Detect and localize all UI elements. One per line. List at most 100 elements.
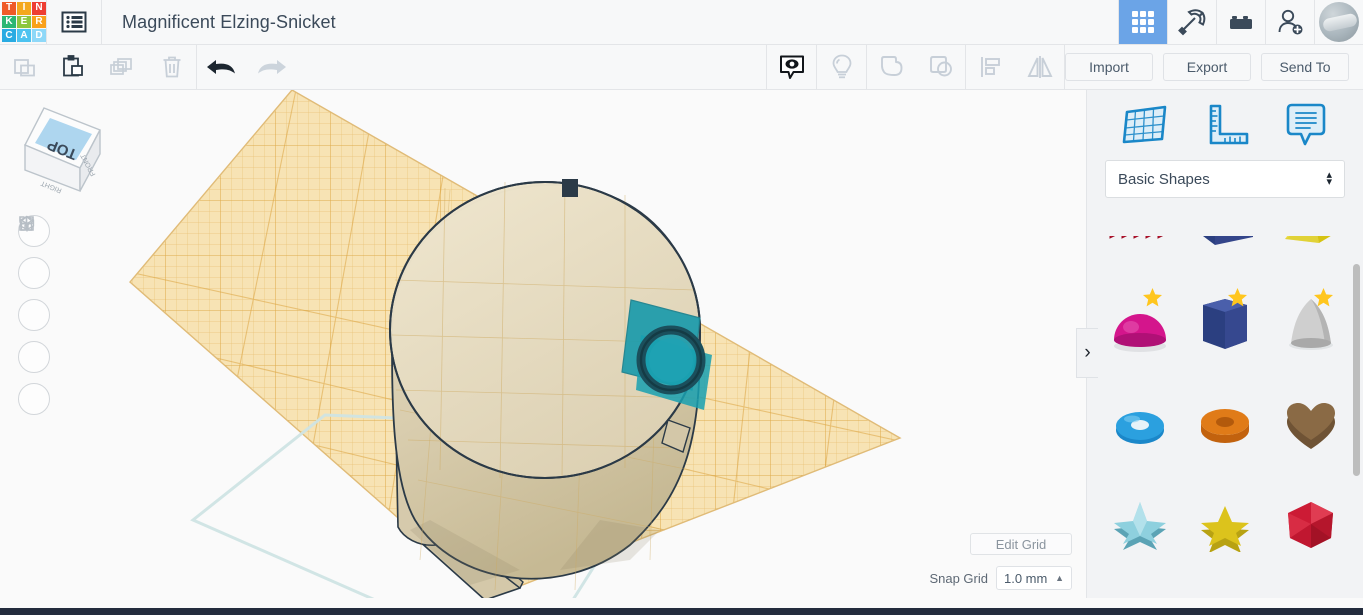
snap-grid-select[interactable]: 1.0 mm ▲ — [996, 566, 1072, 590]
redo-button[interactable] — [246, 45, 295, 89]
logo-tile: R — [32, 15, 46, 29]
logo-tile: K — [2, 15, 16, 29]
copy-button[interactable] — [0, 45, 49, 89]
shape-category-select[interactable]: Basic Shapes ▴ ▾ — [1105, 160, 1345, 198]
list-menu-icon — [61, 11, 87, 33]
shape-item[interactable] — [1268, 236, 1354, 274]
zoom-out-button[interactable] — [18, 222, 50, 373]
group-shapes-icon — [880, 56, 902, 76]
show-hide-button[interactable] — [767, 45, 816, 89]
ruler-button[interactable] — [1201, 102, 1251, 148]
list-menu-button[interactable] — [46, 0, 102, 44]
minecraft-pickaxe-icon — [1178, 9, 1206, 36]
undo-arrow-icon — [206, 60, 235, 74]
snap-grid-label: Snap Grid — [929, 570, 988, 586]
tinkercad-logo[interactable]: T I N K E R C A D — [2, 2, 46, 42]
box-shape-icon — [1203, 236, 1254, 245]
perspective-toggle-button[interactable] — [18, 215, 50, 415]
shape-item[interactable] — [1097, 474, 1183, 574]
view-tools — [767, 45, 816, 89]
hint-button[interactable] — [817, 45, 866, 89]
shapes-panel: Basic Shapes ▴ ▾ — [1086, 90, 1363, 598]
snap-grid-value: 1.0 mm — [1004, 570, 1048, 586]
star-spiky-shape-icon — [1113, 502, 1166, 550]
top-bar: T I N K E R C A D Magnificent Elzing-Sni… — [0, 0, 1363, 45]
logo-tile: A — [17, 29, 31, 42]
model-objects — [389, 179, 712, 598]
paste-button[interactable] — [49, 45, 98, 89]
workplane-button[interactable] — [1120, 102, 1170, 148]
shape-item[interactable] — [1268, 474, 1354, 574]
delete-button[interactable] — [147, 45, 196, 89]
logo-tile: E — [17, 15, 31, 29]
shape-item[interactable] — [1183, 374, 1269, 474]
3d-viewport[interactable]: Workplane — [0, 90, 1086, 598]
cone-shape-icon — [1289, 299, 1334, 350]
fit-to-view-button[interactable] — [18, 216, 50, 289]
shape-item[interactable] — [1268, 374, 1354, 474]
shape-item[interactable] — [1097, 374, 1183, 474]
lego-bricks-icon — [1230, 16, 1252, 29]
export-button[interactable]: Export — [1163, 53, 1251, 81]
clipboard-tools — [0, 45, 196, 89]
show-hide-eye-icon — [779, 55, 804, 79]
delete-trash-icon — [163, 56, 180, 78]
shape-item[interactable] — [1097, 274, 1183, 374]
shape-item[interactable] — [1183, 236, 1269, 274]
import-button[interactable]: Import — [1065, 53, 1153, 81]
group-tools — [867, 45, 965, 89]
status-bar — [0, 598, 1363, 608]
pyramid-shape-icon — [1285, 236, 1331, 243]
shape-grid — [1087, 236, 1363, 574]
spinner-arrows-icon: ▴ ▾ — [1326, 169, 1332, 188]
tube-shape-icon — [1201, 409, 1250, 443]
copy-icon — [13, 59, 35, 77]
scene-render: Workplane — [129, 90, 902, 598]
group-button[interactable] — [867, 45, 916, 89]
history-tools — [197, 45, 295, 89]
apps-grid-button[interactable] — [1118, 0, 1167, 44]
edit-grid-button[interactable]: Edit Grid — [970, 533, 1072, 555]
duplicate-button[interactable] — [98, 45, 147, 89]
notes-button[interactable] — [1282, 102, 1330, 148]
ungroup-shapes-icon — [929, 56, 952, 77]
ungroup-button[interactable] — [916, 45, 965, 89]
align-tools — [966, 45, 1064, 89]
top-connector — [562, 179, 578, 197]
add-person-icon — [1278, 9, 1303, 35]
shape-item[interactable] — [1183, 274, 1269, 374]
caret-up-icon: ▲ — [1055, 573, 1064, 583]
minecraft-button[interactable] — [1167, 0, 1216, 44]
user-avatar-button[interactable] — [1314, 0, 1363, 44]
perspective-toggle-icon — [19, 215, 35, 232]
logo-tile: T — [2, 2, 16, 15]
collapse-right-panel-button[interactable]: › — [1076, 328, 1098, 378]
zoom-in-button[interactable] — [18, 217, 50, 331]
text-shape-icon — [1109, 236, 1163, 239]
view-cube[interactable]: TOP RIGHT FRONT — [14, 94, 112, 204]
shape-item[interactable] — [1183, 474, 1269, 574]
snap-grid-row: Snap Grid 1.0 mm ▲ — [929, 566, 1072, 590]
ruler-icon — [1209, 104, 1249, 145]
cylinder-shape-icon — [1203, 299, 1248, 349]
lightbulb-icon — [832, 54, 851, 79]
logo-tile: N — [32, 2, 46, 15]
invite-person-button[interactable] — [1265, 0, 1314, 44]
featured-star-icon — [1227, 287, 1248, 313]
logo-tile: I — [17, 2, 31, 15]
bottom-accent-bar — [0, 608, 1363, 615]
redo-arrow-icon — [257, 60, 286, 74]
gallery-scrollbar[interactable] — [1353, 264, 1360, 476]
send-to-button[interactable]: Send To — [1261, 53, 1349, 81]
align-button[interactable] — [966, 45, 1015, 89]
mirror-button[interactable] — [1015, 45, 1064, 89]
shape-item[interactable] — [1097, 236, 1183, 274]
undo-button[interactable] — [197, 45, 246, 89]
blocks-button[interactable] — [1216, 0, 1265, 44]
heart-shape-icon — [1287, 403, 1336, 449]
shape-item[interactable] — [1268, 274, 1354, 374]
shape-gallery[interactable] — [1087, 236, 1363, 598]
hint-tools — [817, 45, 866, 89]
viewport-nav-controls — [18, 215, 50, 415]
